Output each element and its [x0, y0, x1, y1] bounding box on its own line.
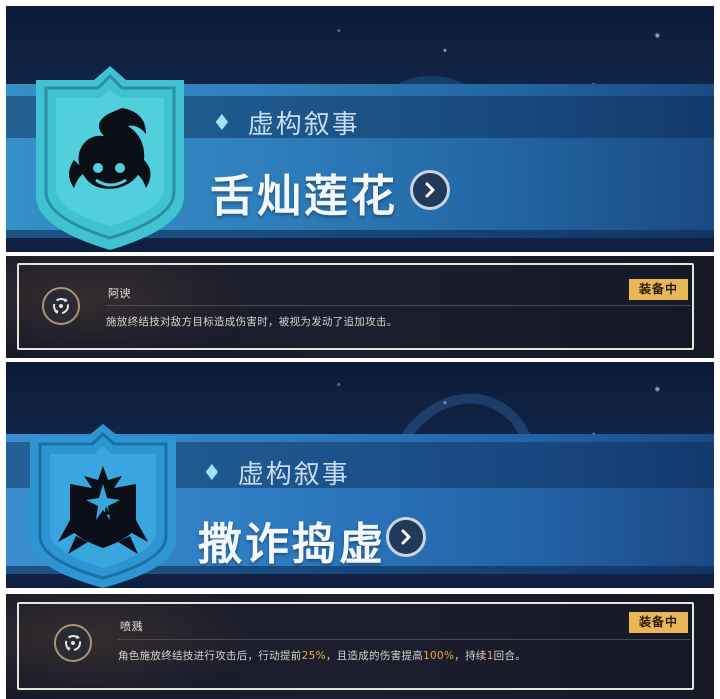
card-divider	[118, 639, 690, 640]
chevron-right-icon	[401, 529, 411, 545]
relic-banner-1: ♦ 虚构叙事 舌灿莲花	[6, 6, 714, 252]
description-text: 回合。	[493, 650, 527, 662]
relic-title: 舌灿莲花	[210, 171, 398, 222]
description-text: 角色施放终结技进行攻击后，行动提前	[118, 650, 302, 662]
spiked-star-emblem-icon	[28, 422, 178, 588]
description-highlight: 1	[486, 650, 494, 662]
category-label: ♦ 虚构叙事	[212, 104, 360, 141]
cycle-arrows-icon	[54, 624, 92, 662]
description-text: ，持续	[454, 650, 487, 662]
chevron-right-icon	[425, 182, 435, 198]
card-frame	[17, 602, 694, 690]
effect-description: 角色施放终结技进行攻击后，行动提前25%，且造成的伤害提高100%，持续1回合。	[118, 648, 526, 663]
relic-banner-2: ♦ 虚构叙事 撒诈捣虚	[6, 362, 714, 588]
category-text: 虚构叙事	[237, 460, 350, 490]
card-divider	[106, 305, 690, 306]
diamond-icon: ♦	[212, 111, 234, 136]
equipped-badge: 装备中	[629, 279, 689, 300]
relic-detail-button[interactable]	[386, 517, 426, 557]
description-highlight: 25%	[301, 650, 326, 662]
description-highlight: 100%	[423, 650, 455, 662]
flame-swirl-emblem-icon	[34, 64, 186, 252]
effect-card-1: 阿谀 装备中 施放终结技对敌方目标造成伤害时，被视为发动了追加攻击。	[6, 256, 714, 358]
equipped-badge: 装备中	[629, 612, 689, 633]
diamond-icon: ♦	[202, 461, 224, 486]
category-label: ♦ 虚构叙事	[202, 454, 350, 491]
description-text: ，且造成的伤害提高	[325, 650, 424, 662]
cycle-arrows-icon	[42, 287, 80, 325]
relic-title: 撒诈捣虚	[198, 519, 386, 570]
effect-name: 喷溅	[120, 620, 143, 633]
effect-description: 施放终结技对敌方目标造成伤害时，被视为发动了追加攻击。	[106, 316, 398, 328]
relic-detail-button[interactable]	[410, 170, 450, 210]
card-frame	[17, 263, 694, 350]
effect-name: 阿谀	[108, 287, 131, 300]
effect-card-2: 喷溅 装备中 角色施放终结技进行攻击后，行动提前25%，且造成的伤害提高100%…	[6, 594, 714, 699]
category-text: 虚构叙事	[247, 110, 360, 140]
